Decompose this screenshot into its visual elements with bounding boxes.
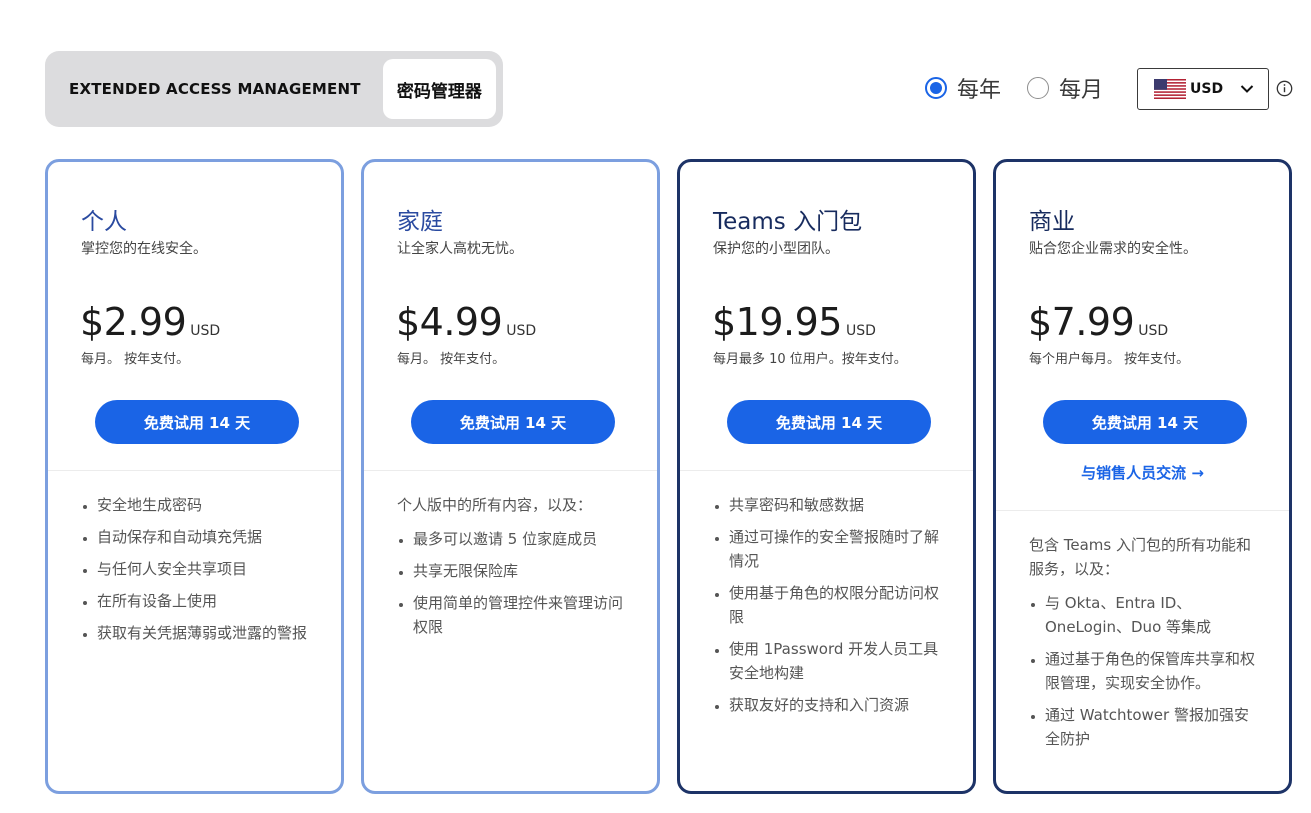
plan-description: 掌控您的在线安全。 [81, 241, 207, 257]
billing-yearly-option[interactable]: 每年 [925, 72, 1001, 104]
plan-name: Teams 入门包 [713, 209, 863, 235]
price-note: 每月。 按年支付。 [397, 352, 506, 367]
monthly-radio[interactable] [1027, 77, 1050, 99]
plan-name: 个人 [81, 209, 127, 235]
price-row: $19.95 USD [712, 300, 876, 344]
price-currency: USD [1138, 323, 1169, 339]
toggle-extended-access-management[interactable]: EXTENDED ACCESS MANAGEMENT [45, 59, 383, 119]
price-note: 每月。 按年支付。 [81, 352, 190, 367]
billing-monthly-option[interactable]: 每月 [1027, 72, 1103, 104]
plan-price: $4.99 [396, 300, 503, 344]
feature-item: 获取有关凭据薄弱或泄露的警报 [97, 621, 311, 645]
feature-item: 共享密码和敏感数据 [729, 493, 943, 517]
plan-description: 让全家人高枕无忧。 [397, 241, 523, 257]
contact-sales-link[interactable]: 与销售人员交流 → [996, 462, 1289, 483]
plan-price: $7.99 [1028, 300, 1135, 344]
feature-item: 获取友好的支持和入门资源 [729, 693, 943, 717]
currency-select[interactable]: USD [1137, 68, 1269, 110]
feature-section: 安全地生成密码 自动保存和自动填充凭据 与任何人安全共享项目 在所有设备上使用 … [48, 471, 341, 645]
feature-item: 通过 Watchtower 警报加强安全防护 [1045, 703, 1259, 751]
monthly-label: 每月 [1059, 78, 1104, 103]
feature-item: 与 Okta、Entra ID、OneLogin、Duo 等集成 [1045, 591, 1259, 639]
price-currency: USD [190, 323, 221, 339]
feature-item: 使用基于角色的权限分配访问权限 [729, 581, 943, 629]
price-row: $7.99 USD [1028, 300, 1168, 344]
price-note: 每个用户每月。 按年支付。 [1029, 352, 1190, 367]
feature-item: 使用简单的管理控件来管理访问权限 [413, 591, 627, 639]
feature-section: 共享密码和敏感数据 通过可操作的安全警报随时了解情况 使用基于角色的权限分配访问… [680, 471, 973, 717]
feature-item: 通过基于角色的保管库共享和权限管理，实现安全协作。 [1045, 647, 1259, 695]
plan-price: $19.95 [712, 300, 842, 344]
billing-period-selector: 每年 每月 [925, 73, 1129, 103]
feature-item: 共享无限保险库 [413, 559, 627, 583]
price-row: $4.99 USD [396, 300, 536, 344]
price-note: 每月最多 10 位用户。按年支付。 [713, 352, 907, 367]
free-trial-button[interactable]: 免费试用 14 天 [1043, 400, 1247, 444]
feature-item: 最多可以邀请 5 位家庭成员 [413, 527, 627, 551]
plan-description: 贴合您企业需求的安全性。 [1029, 241, 1197, 257]
feature-intro: 包含 Teams 入门包的所有功能和服务，以及： [1029, 536, 1251, 578]
currency-code: USD [1190, 81, 1224, 97]
toggle-password-manager[interactable]: 密码管理器 [382, 59, 496, 119]
us-flag-icon [1154, 79, 1186, 99]
free-trial-button[interactable]: 免费试用 14 天 [727, 400, 931, 444]
plan-card-teams-starter: Teams 入门包 保护您的小型团队。 $19.95 USD 每月最多 10 位… [677, 159, 976, 794]
price-currency: USD [506, 323, 537, 339]
feature-item: 使用 1Password 开发人员工具安全地构建 [729, 637, 943, 685]
yearly-radio[interactable] [925, 77, 947, 99]
price-row: $2.99 USD [80, 300, 220, 344]
chevron-down-icon [1240, 85, 1254, 93]
feature-item: 在所有设备上使用 [97, 589, 311, 613]
plan-price: $2.99 [80, 300, 187, 344]
yearly-label: 每年 [957, 78, 1002, 103]
feature-section: 包含 Teams 入门包的所有功能和服务，以及： 与 Okta、Entra ID… [996, 511, 1289, 751]
feature-list: 最多可以邀请 5 位家庭成员 共享无限保险库 使用简单的管理控件来管理访问权限 [397, 527, 627, 639]
plan-card-family: 家庭 让全家人高枕无忧。 $4.99 USD 每月。 按年支付。 免费试用 14… [361, 159, 660, 794]
feature-list: 共享密码和敏感数据 通过可操作的安全警报随时了解情况 使用基于角色的权限分配访问… [713, 493, 943, 717]
feature-section: 个人版中的所有内容，以及： 最多可以邀请 5 位家庭成员 共享无限保险库 使用简… [364, 471, 657, 639]
feature-item: 通过可操作的安全警报随时了解情况 [729, 525, 943, 573]
plan-name: 家庭 [397, 209, 443, 235]
free-trial-button[interactable]: 免费试用 14 天 [411, 400, 615, 444]
plan-description: 保护您的小型团队。 [713, 241, 839, 257]
product-toggle: EXTENDED ACCESS MANAGEMENT 密码管理器 [45, 51, 503, 127]
free-trial-button[interactable]: 免费试用 14 天 [95, 400, 299, 444]
price-currency: USD [845, 323, 876, 339]
feature-list: 与 Okta、Entra ID、OneLogin、Duo 等集成 通过基于角色的… [1029, 591, 1259, 751]
feature-item: 与任何人安全共享项目 [97, 557, 311, 581]
plan-card-individual: 个人 掌控您的在线安全。 $2.99 USD 每月。 按年支付。 免费试用 14… [45, 159, 344, 794]
feature-intro: 个人版中的所有内容，以及： [397, 496, 593, 514]
plan-card-business: 商业 贴合您企业需求的安全性。 $7.99 USD 每个用户每月。 按年支付。 … [993, 159, 1292, 794]
plan-name: 商业 [1029, 209, 1075, 235]
feature-item: 自动保存和自动填充凭据 [97, 525, 311, 549]
feature-list: 安全地生成密码 自动保存和自动填充凭据 与任何人安全共享项目 在所有设备上使用 … [81, 493, 311, 645]
info-icon[interactable] [1276, 80, 1293, 97]
feature-item: 安全地生成密码 [97, 493, 311, 517]
